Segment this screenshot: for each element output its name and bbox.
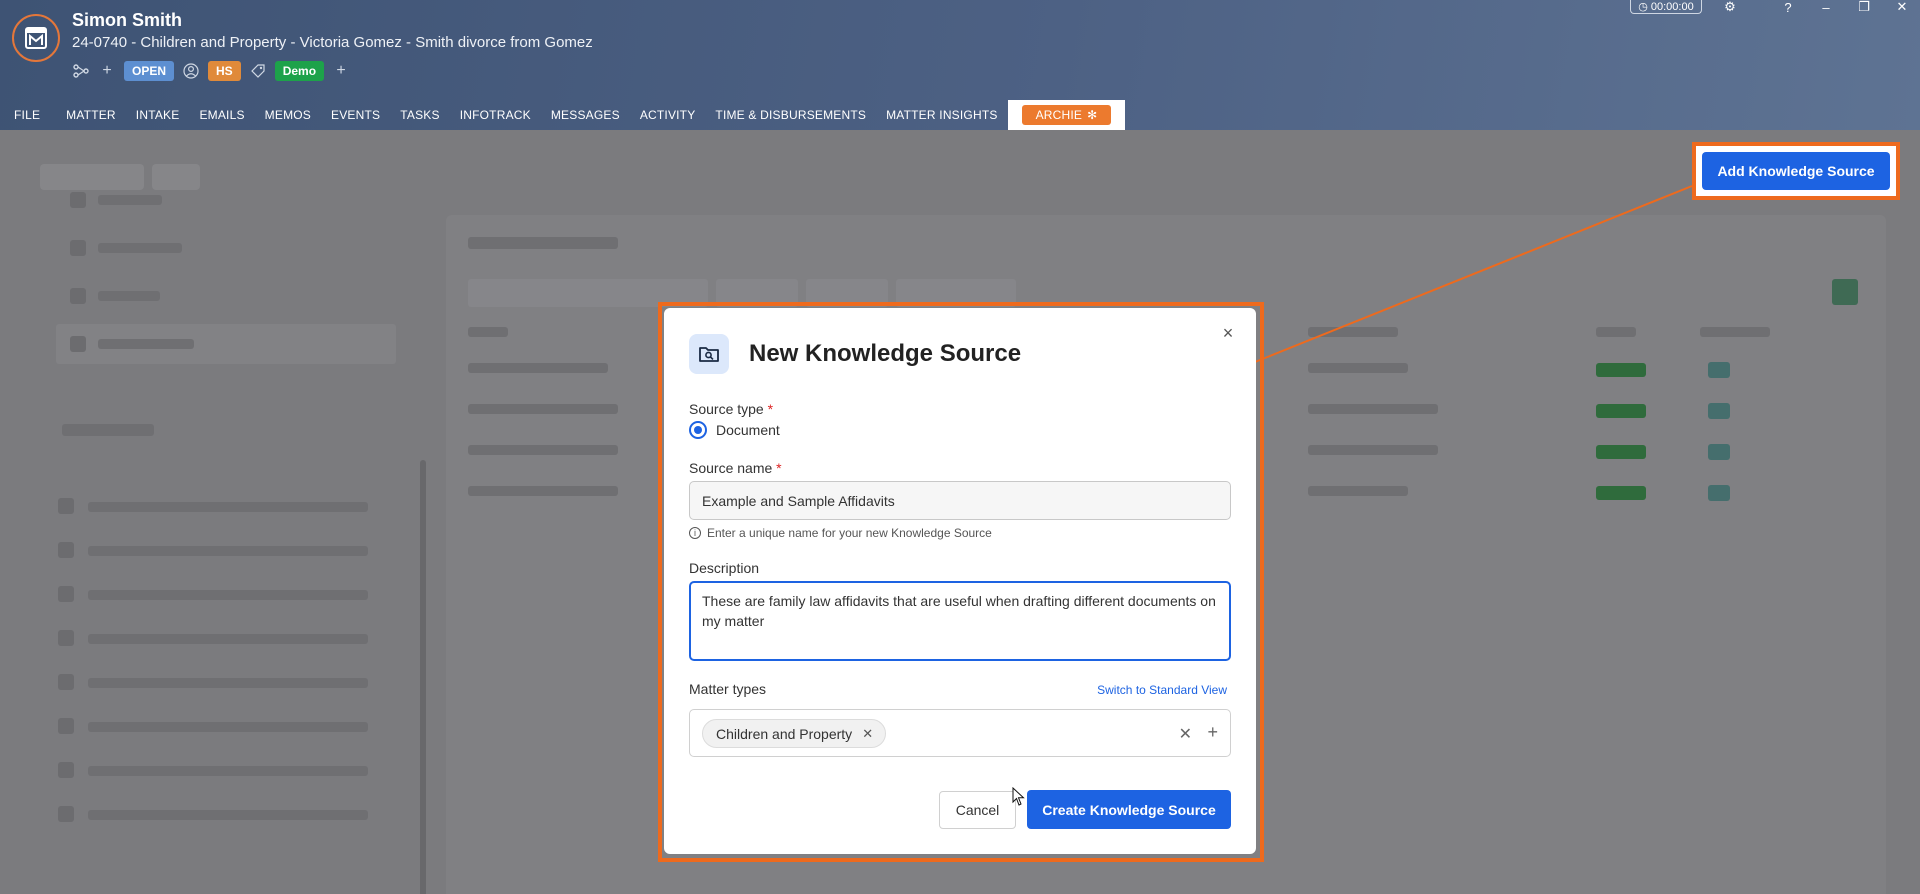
source-name-label: Source name *	[689, 460, 782, 476]
bg-tab-placeholder	[152, 164, 200, 190]
bg-sidebar-placeholder	[40, 192, 416, 550]
source-name-hint: i Enter a unique name for your new Knowl…	[689, 526, 992, 540]
radio-label: Document	[716, 422, 780, 438]
sparkle-icon: ✻	[1087, 108, 1098, 122]
tab-activity[interactable]: ACTIVITY	[630, 100, 706, 130]
add-icon[interactable]: +	[98, 62, 116, 80]
tag-icon[interactable]	[249, 62, 267, 80]
assignee-badge[interactable]: HS	[208, 61, 241, 81]
tab-file[interactable]: FILE	[0, 100, 50, 130]
matter-type-tag[interactable]: Children and Property ✕	[702, 719, 887, 748]
source-name-label-text: Source name	[689, 460, 773, 476]
description-label: Description	[689, 560, 760, 576]
relationship-icon[interactable]	[72, 62, 90, 80]
tab-infotrack[interactable]: INFOTRACK	[450, 100, 541, 130]
tab-events[interactable]: EVENTS	[321, 100, 390, 130]
timer-widget[interactable]: ◷ 00:00:00	[1630, 0, 1702, 14]
remove-tag-icon[interactable]: ✕	[862, 726, 873, 742]
person-icon[interactable]	[182, 62, 200, 80]
clear-icon[interactable]: ✕	[1179, 724, 1192, 744]
close-window-icon[interactable]: ✕	[1890, 0, 1914, 14]
add-icon[interactable]: +	[1207, 722, 1218, 743]
matter-types-select[interactable]: Children and Property ✕ ✕ +	[689, 709, 1231, 757]
add-tag-icon[interactable]: +	[332, 62, 350, 80]
matter-chips-row: + OPEN HS Demo +	[72, 60, 350, 82]
gear-icon[interactable]: ⚙	[1718, 0, 1742, 14]
mouse-cursor-icon	[1012, 787, 1025, 806]
tab-messages[interactable]: MESSAGES	[541, 100, 630, 130]
source-type-label: Source type *	[689, 401, 773, 417]
status-badge[interactable]: OPEN	[124, 61, 175, 81]
tag-badge[interactable]: Demo	[274, 61, 325, 81]
hint-text: Enter a unique name for your new Knowled…	[707, 526, 992, 540]
tab-matter[interactable]: MATTER	[50, 100, 126, 130]
minimize-icon[interactable]: –	[1814, 0, 1838, 15]
help-icon[interactable]: ?	[1776, 0, 1800, 15]
cancel-button[interactable]: Cancel	[939, 791, 1016, 829]
switch-to-standard-view-link[interactable]: Switch to Standard View	[1097, 683, 1227, 697]
restore-icon[interactable]: ❐	[1852, 0, 1876, 14]
dialog-title: New Knowledge Source	[749, 340, 1022, 367]
radio-button[interactable]	[689, 421, 707, 439]
clock-icon: ◷	[1638, 1, 1648, 13]
bg-scrollbar-placeholder	[420, 460, 426, 894]
archie-pill: ARCHIE ✻	[1021, 105, 1112, 125]
matter-header: Simon Smith 24-0740 - Children and Prope…	[0, 0, 1920, 130]
tab-archie[interactable]: ARCHIE ✻	[1007, 100, 1126, 130]
description-textarea[interactable]: These are family law affidavits that are…	[689, 581, 1231, 661]
add-knowledge-source-button[interactable]: Add Knowledge Source	[1702, 152, 1890, 190]
source-type-label-text: Source type	[689, 401, 764, 417]
source-name-input[interactable]	[689, 481, 1231, 520]
tab-matter-insights[interactable]: MATTER INSIGHTS	[876, 100, 1007, 130]
tab-emails[interactable]: EMAILS	[189, 100, 254, 130]
required-mark: *	[767, 401, 774, 417]
close-icon[interactable]: ×	[1219, 323, 1237, 343]
tab-intake[interactable]: INTAKE	[126, 100, 190, 130]
tab-time-disbursements[interactable]: TIME & DISBURSEMENTS	[705, 100, 876, 130]
tab-tasks[interactable]: TASKS	[390, 100, 449, 130]
info-icon: i	[689, 527, 701, 539]
new-knowledge-source-dialog: New Knowledge Source × Source type * Doc…	[664, 308, 1256, 854]
timer-value: 00:00:00	[1650, 0, 1694, 13]
bg-tab-placeholder	[40, 164, 144, 190]
matter-description: 24-0740 - Children and Property - Victor…	[72, 34, 593, 51]
matter-logo-icon[interactable]	[12, 14, 60, 62]
source-type-radio-document[interactable]: Document	[689, 421, 780, 439]
tag-label: Children and Property	[716, 725, 853, 742]
required-mark: *	[776, 460, 782, 476]
create-knowledge-source-button[interactable]: Create Knowledge Source	[1027, 790, 1231, 829]
matter-nav: FILE MATTER INTAKE EMAILS MEMOS EVENTS T…	[0, 100, 1126, 130]
tab-memos[interactable]: MEMOS	[255, 100, 321, 130]
matter-types-label: Matter types	[689, 681, 767, 697]
client-name: Simon Smith	[72, 10, 183, 30]
folder-search-icon	[689, 334, 729, 374]
archie-label: ARCHIE	[1035, 108, 1083, 122]
